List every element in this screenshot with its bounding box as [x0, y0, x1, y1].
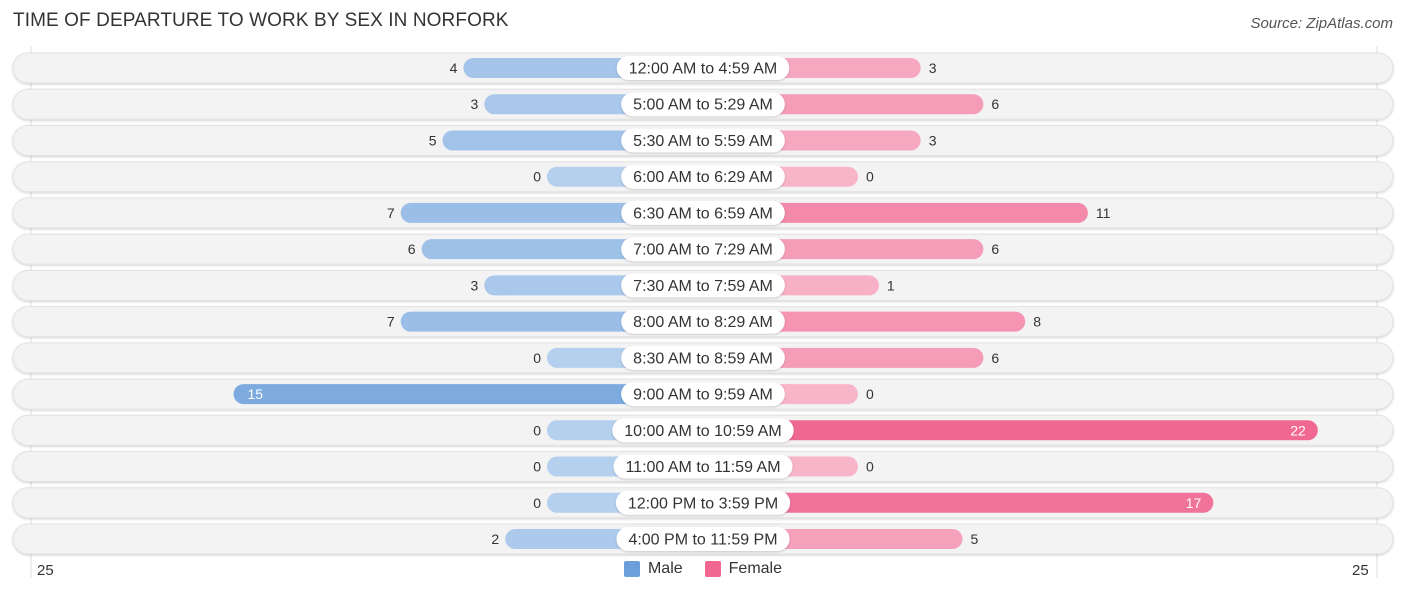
category-label: 8:30 AM to 8:59 AM — [633, 350, 773, 367]
legend-swatch-male — [623, 561, 640, 577]
value-label-female: 17 — [1186, 495, 1202, 511]
value-label-male: 3 — [471, 96, 479, 112]
category-label: 6:30 AM to 6:59 AM — [633, 205, 773, 222]
bar-female[interactable] — [703, 420, 1318, 441]
chart-row: 10:00 AM to 10:59 AM 0 22 — [12, 414, 1394, 446]
value-label-male: 7 — [387, 314, 395, 330]
chart-row: 9:00 AM to 9:59 AM 15 0 — [12, 378, 1394, 410]
category-label: 6:00 AM to 6:29 AM — [633, 169, 773, 186]
category-label: 9:00 AM to 9:59 AM — [633, 387, 773, 404]
category-label: 12:00 AM to 4:59 AM — [629, 61, 778, 78]
chart-row: 12:00 AM to 4:59 AM 4 3 — [12, 52, 1394, 84]
value-label-male: 4 — [450, 60, 458, 76]
value-label-female: 6 — [991, 241, 999, 257]
category-label: 7:30 AM to 7:59 AM — [633, 278, 773, 295]
value-label-female: 11 — [1096, 205, 1111, 221]
value-label-male: 6 — [408, 241, 416, 257]
chart-row: 4:00 PM to 11:59 PM 2 5 — [12, 523, 1394, 555]
value-label-female: 0 — [866, 386, 874, 402]
chart-row: 11:00 AM to 11:59 AM 0 0 — [12, 451, 1394, 483]
value-label-female: 3 — [929, 132, 937, 148]
value-label-male: 0 — [533, 459, 541, 475]
value-label-female: 6 — [991, 350, 999, 366]
value-label-male: 3 — [471, 277, 479, 293]
category-label: 8:00 AM to 8:29 AM — [633, 314, 773, 331]
chart-row: 6:30 AM to 6:59 AM 7 11 — [12, 197, 1394, 229]
value-label-male: 15 — [248, 386, 264, 402]
chart-row: 7:00 AM to 7:29 AM 6 6 — [12, 233, 1394, 265]
value-label-male: 0 — [533, 422, 541, 438]
value-label-female: 5 — [971, 531, 979, 547]
category-label: 4:00 PM to 11:59 PM — [628, 531, 777, 548]
value-label-male: 2 — [491, 531, 499, 547]
value-label-male: 0 — [533, 169, 541, 185]
value-label-female: 6 — [991, 96, 999, 112]
chart-row: 5:00 AM to 5:29 AM 3 6 — [12, 88, 1394, 120]
value-label-female: 22 — [1290, 422, 1306, 438]
chart-row: 7:30 AM to 7:59 AM 3 1 — [12, 269, 1394, 301]
category-label: 7:00 AM to 7:29 AM — [633, 242, 773, 259]
legend: Male Female — [0, 560, 1406, 578]
legend-label-male: Male — [647, 560, 683, 577]
chart-row: 12:00 PM to 3:59 PM 0 17 — [12, 487, 1394, 519]
value-label-female: 0 — [866, 169, 874, 185]
legend-swatch-female — [704, 561, 721, 577]
chart-row: 8:30 AM to 8:59 AM 0 6 — [12, 342, 1394, 374]
value-label-female: 8 — [1033, 314, 1041, 330]
value-label-female: 1 — [887, 277, 895, 293]
category-label: 12:00 PM to 3:59 PM — [628, 495, 778, 512]
value-label-male: 0 — [533, 350, 541, 366]
value-label-male: 0 — [533, 495, 541, 511]
legend-item-female[interactable]: Female — [704, 560, 783, 578]
value-label-female: 3 — [929, 60, 937, 76]
value-label-male: 5 — [429, 132, 437, 148]
category-label: 5:30 AM to 5:59 AM — [633, 133, 773, 150]
category-label: 5:00 AM to 5:29 AM — [633, 97, 773, 114]
legend-item-male[interactable]: Male — [623, 560, 683, 578]
chart-row: 8:00 AM to 8:29 AM 7 8 — [12, 306, 1394, 338]
category-label: 11:00 AM to 11:59 AM — [625, 459, 780, 476]
value-label-female: 0 — [866, 459, 874, 475]
category-label: 10:00 AM to 10:59 AM — [624, 423, 781, 440]
chart-row: 5:30 AM to 5:59 AM 5 3 — [12, 124, 1394, 156]
value-label-male: 7 — [387, 205, 395, 221]
legend-label-female: Female — [728, 560, 783, 577]
chart-row: 6:00 AM to 6:29 AM 0 0 — [12, 161, 1394, 193]
chart-canvas: 12:00 AM to 4:59 AM 4 3 5:00 AM to 5:29 AM 3… — [12, 46, 1394, 578]
